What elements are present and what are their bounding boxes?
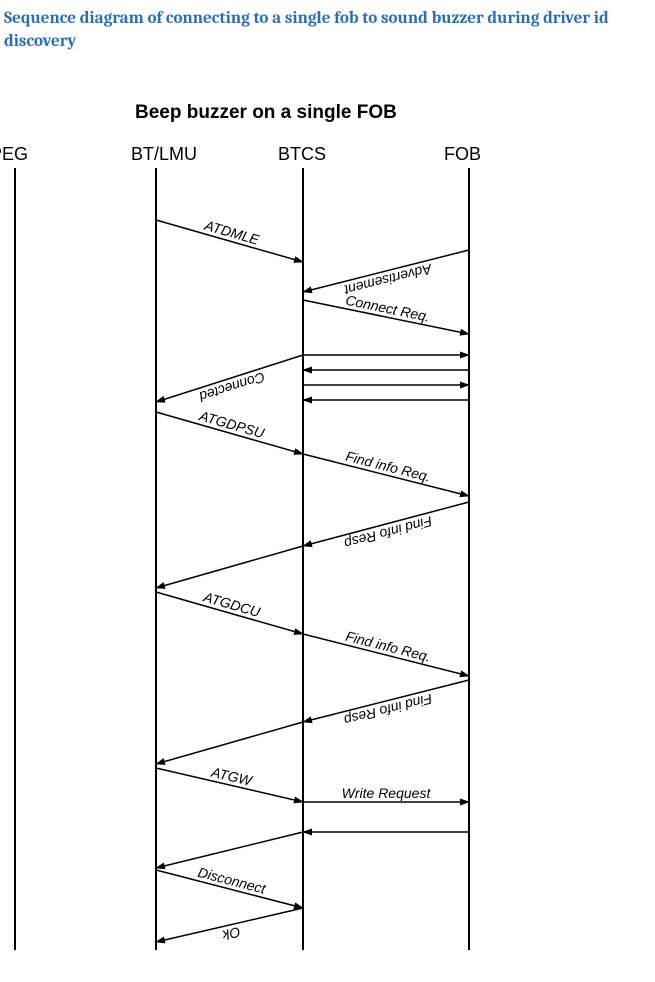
sequence-svg: ATDMLEAdvertisementConnect Req.Connected…	[0, 102, 655, 982]
message-arrow-15	[156, 722, 303, 764]
message-arrow-11	[156, 546, 303, 588]
message-label-12: ATGDCU	[201, 588, 263, 620]
sequence-diagram: Beep buzzer on a single FOB ATDMLEAdvert…	[0, 102, 655, 942]
lane-label-peg: PEG	[0, 144, 28, 165]
message-label-2: Connect Req.	[344, 292, 431, 325]
message-label-17: Write Request	[342, 785, 432, 801]
message-label-20: Disconnect	[196, 864, 268, 897]
message-label-0: ATDMLE	[202, 217, 262, 248]
lane-label-fob: FOB	[444, 144, 481, 165]
page-heading: Sequence diagram of connecting to a sing…	[0, 0, 655, 54]
message-label-7: Connected	[196, 369, 267, 405]
message-label-10: Find info Resp	[342, 513, 434, 552]
message-label-13: Find info Req.	[344, 628, 432, 665]
message-label-8: ATGDPSU	[197, 407, 267, 441]
message-arrow-19	[156, 832, 303, 868]
lane-label-btcs: BTCS	[278, 144, 326, 165]
message-label-14: Find info Resp	[342, 691, 434, 729]
lane-label-btlmu: BT/LMU	[131, 144, 197, 165]
message-label-9: Find info Req.	[344, 448, 432, 485]
